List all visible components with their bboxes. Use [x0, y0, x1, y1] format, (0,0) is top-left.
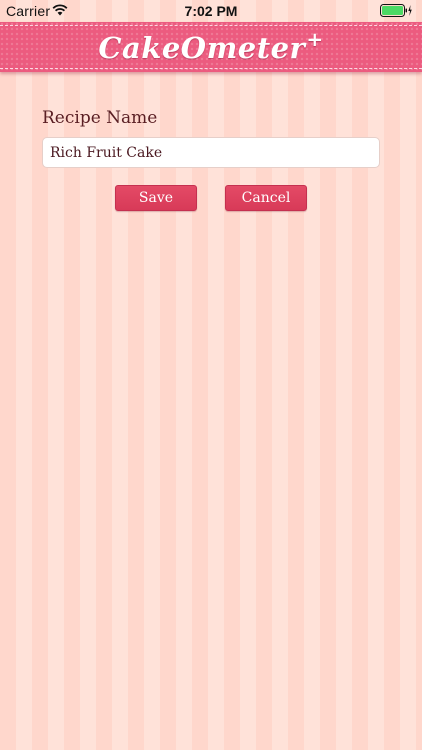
status-time: 7:02 PM [184, 3, 238, 19]
charging-bolt-icon [408, 5, 412, 16]
cancel-button[interactable]: Cancel [225, 185, 307, 211]
save-button[interactable]: Save [115, 185, 197, 211]
recipe-name-input[interactable] [42, 137, 380, 168]
battery-icon [380, 4, 412, 17]
app-title-text: CakeOmeter [98, 31, 306, 65]
app-header: CakeOmeter+ [0, 22, 422, 72]
app-title: CakeOmeter+ [0, 27, 422, 65]
status-bar: Carrier 7:02 PM [0, 0, 422, 22]
recipe-name-label: Recipe Name [42, 108, 158, 128]
app-title-plus: + [306, 27, 324, 51]
